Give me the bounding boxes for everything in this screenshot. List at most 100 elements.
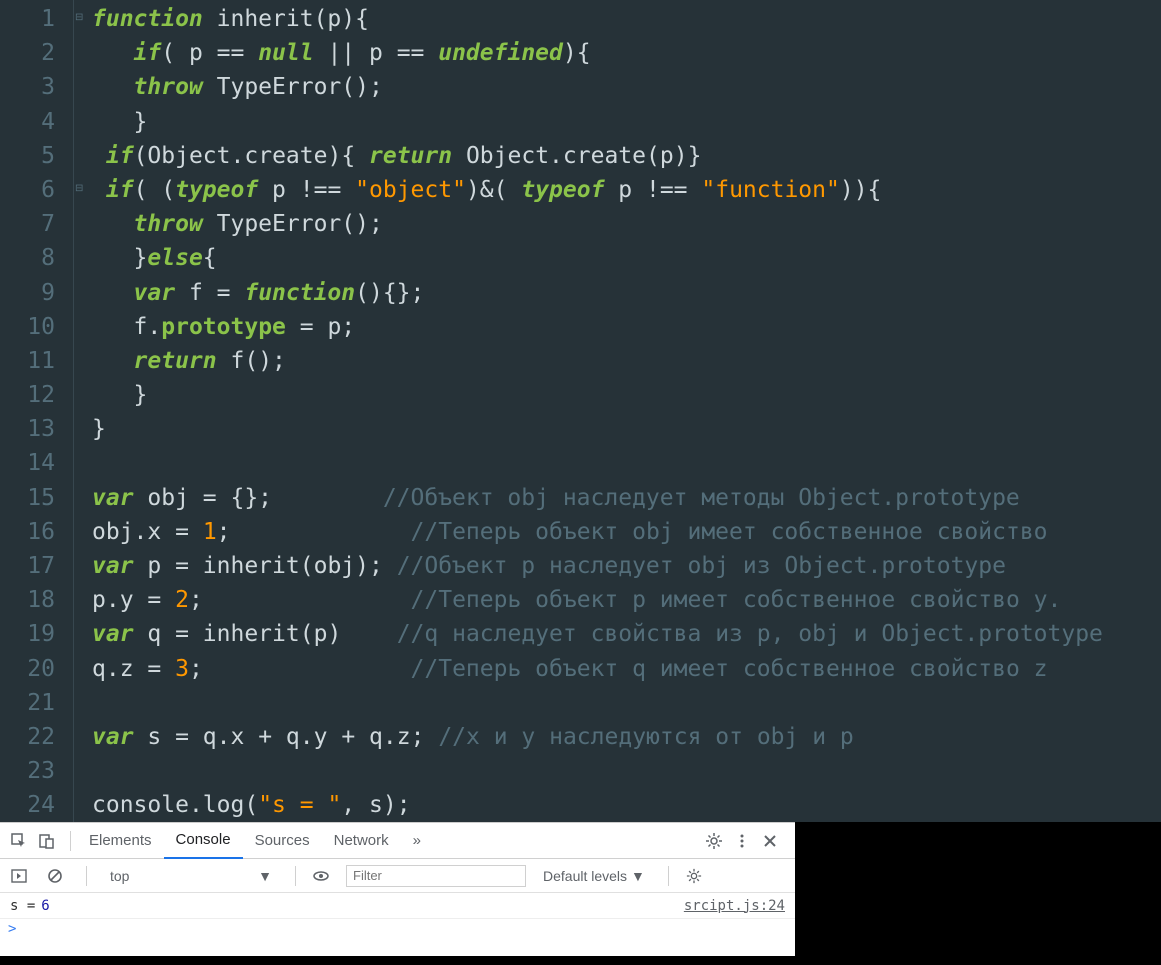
token-kw: var xyxy=(92,724,134,750)
code-line[interactable]: } xyxy=(92,105,1161,139)
line-gutter: 123456789101112131415161718192021222324 xyxy=(0,0,74,822)
fold-marker-icon[interactable]: ⊟ xyxy=(75,12,83,23)
context-selector[interactable]: top ▼ xyxy=(101,865,281,887)
code-line[interactable]: q.z = 3; //Теперь объект q имеет собстве… xyxy=(92,652,1161,686)
code-line[interactable]: obj.x = 1; //Теперь объект obj имеет соб… xyxy=(92,515,1161,549)
tab-elements[interactable]: Elements xyxy=(77,823,164,859)
token-pun: ( xyxy=(134,143,148,169)
code-line[interactable]: if(Object.create){ return Object.create(… xyxy=(92,139,1161,173)
token-op: = xyxy=(189,485,231,511)
token-fn: p xyxy=(314,621,328,647)
code-line[interactable]: if( (typeof p !== "object")&( typeof p !… xyxy=(92,173,1161,207)
line-number: 24 xyxy=(0,788,73,822)
token-fn: x xyxy=(231,724,245,750)
code-line[interactable]: f.prototype = p; xyxy=(92,310,1161,344)
token-fn: s xyxy=(369,792,383,818)
code-line[interactable] xyxy=(92,686,1161,720)
token-kw: function xyxy=(244,280,355,306)
code-line[interactable]: }else{ xyxy=(92,241,1161,275)
sidebar-toggle-icon[interactable] xyxy=(8,865,30,887)
code-line[interactable]: if( p == null || p == undefined){ xyxy=(92,36,1161,70)
token-pun: } xyxy=(134,382,148,408)
tab-console[interactable]: Console xyxy=(164,823,243,859)
token-pun: ( ( xyxy=(134,177,176,203)
gear-icon[interactable] xyxy=(683,865,705,887)
token-fn: p xyxy=(92,587,106,613)
token-pun: . xyxy=(147,314,161,340)
kebab-icon[interactable] xyxy=(731,830,753,852)
line-number: 13 xyxy=(0,412,73,446)
code-line[interactable]: var obj = {}; //Объект obj наследует мет… xyxy=(92,481,1161,515)
token-op: == xyxy=(203,40,258,66)
token-pun: ) xyxy=(327,621,396,647)
code-line[interactable] xyxy=(92,446,1161,480)
code-line[interactable]: } xyxy=(92,412,1161,446)
code-line[interactable] xyxy=(92,754,1161,788)
token-op: || xyxy=(314,40,369,66)
token-op: = xyxy=(286,314,328,340)
tab-more[interactable]: » xyxy=(401,823,433,859)
gear-icon[interactable] xyxy=(703,830,725,852)
tab-network[interactable]: Network xyxy=(322,823,401,859)
fold-column: ⊟⊟ xyxy=(74,0,88,822)
code-line[interactable]: function inherit(p){ xyxy=(92,2,1161,36)
code-editor[interactable]: 123456789101112131415161718192021222324 … xyxy=(0,0,1161,822)
code-line[interactable]: var s = q.x + q.y + q.z; //x и y наследу… xyxy=(92,720,1161,754)
token-kw: else xyxy=(147,245,202,271)
code-line[interactable]: } xyxy=(92,378,1161,412)
token-fn: Object xyxy=(147,143,230,169)
code-line[interactable]: var q = inherit(p) //q наследует свойств… xyxy=(92,617,1161,651)
token-pun: )&( xyxy=(466,177,521,203)
code-line[interactable]: p.y = 2; //Теперь объект p имеет собстве… xyxy=(92,583,1161,617)
line-number: 18 xyxy=(0,583,73,617)
token-op: !== xyxy=(632,177,701,203)
log-message: s = xyxy=(10,898,35,914)
token-num: 1 xyxy=(203,519,217,545)
clear-console-icon[interactable] xyxy=(44,865,66,887)
token-kw: if xyxy=(106,143,134,169)
line-number: 5 xyxy=(0,139,73,173)
token-pun: ); xyxy=(383,792,411,818)
console-prompt[interactable]: > xyxy=(0,919,795,939)
token-pun: (); xyxy=(341,211,383,237)
fold-marker-icon[interactable]: ⊟ xyxy=(75,183,83,194)
line-number: 3 xyxy=(0,70,73,104)
line-number: 1 xyxy=(0,2,73,36)
code-line[interactable]: var p = inherit(obj); //Объект p наследу… xyxy=(92,549,1161,583)
token-fn: q xyxy=(369,724,383,750)
levels-selector[interactable]: Default levels ▼ xyxy=(534,865,654,887)
device-toggle-icon[interactable] xyxy=(36,830,58,852)
token-pun: (); xyxy=(341,74,383,100)
token-pun: ( xyxy=(161,40,189,66)
token-pun: . xyxy=(106,656,120,682)
close-icon[interactable] xyxy=(759,830,781,852)
token-pun: . xyxy=(106,587,120,613)
token-pun: . xyxy=(134,519,148,545)
token-pun: { xyxy=(203,245,217,271)
token-pun: } xyxy=(134,109,148,135)
code-line[interactable]: console.log("s = ", s); xyxy=(92,788,1161,822)
token-kw: typeof xyxy=(521,177,604,203)
line-number: 20 xyxy=(0,652,73,686)
code-line[interactable]: var f = function(){}; xyxy=(92,276,1161,310)
token-kw: var xyxy=(92,621,134,647)
filter-input[interactable] xyxy=(346,865,526,887)
token-fn: console xyxy=(92,792,189,818)
code-line[interactable]: throw TypeError(); xyxy=(92,70,1161,104)
tab-sources[interactable]: Sources xyxy=(243,823,322,859)
code-line[interactable]: throw TypeError(); xyxy=(92,207,1161,241)
token-op: = xyxy=(161,519,203,545)
token-pun: ( xyxy=(300,621,314,647)
line-number: 9 xyxy=(0,276,73,310)
code-area[interactable]: function inherit(p){ if( p == null || p … xyxy=(88,0,1161,822)
token-pun: {}; xyxy=(230,485,382,511)
code-line[interactable]: return f(); xyxy=(92,344,1161,378)
log-source-link[interactable]: srcipt.js:24 xyxy=(684,898,785,914)
line-number: 7 xyxy=(0,207,73,241)
eye-icon[interactable] xyxy=(310,865,332,887)
token-cmt: //q наследует свойства из p, obj и Objec… xyxy=(397,621,1103,647)
inspect-icon[interactable] xyxy=(8,830,30,852)
token-op: + xyxy=(328,724,370,750)
token-op: = xyxy=(161,724,203,750)
token-fn: p xyxy=(189,40,203,66)
